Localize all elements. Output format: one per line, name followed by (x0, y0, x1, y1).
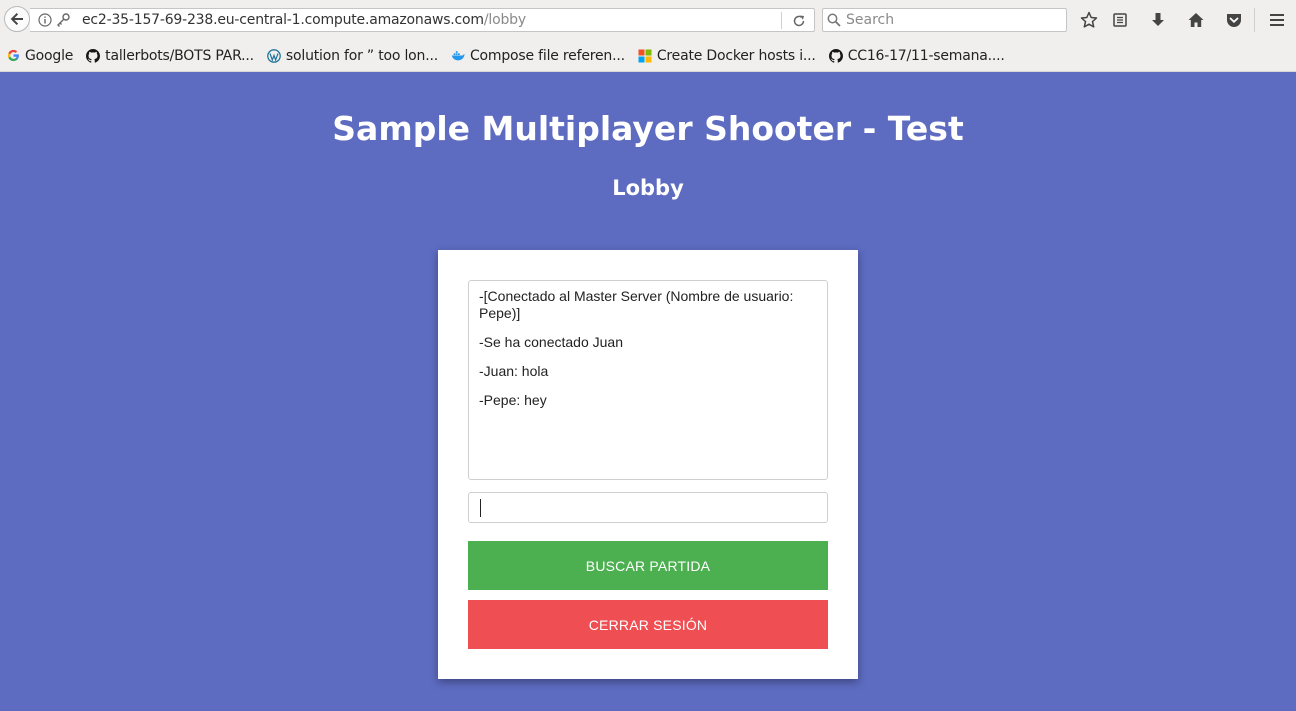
bookmark-google[interactable]: Google (6, 44, 73, 68)
docker-icon (451, 49, 465, 63)
page-title: Sample Multiplayer Shooter - Test (332, 109, 964, 148)
reload-icon (793, 15, 805, 27)
reading-list-button[interactable] (1109, 9, 1131, 31)
toolbar-separator (1254, 8, 1255, 32)
reload-button[interactable] (790, 12, 808, 30)
bookmark-label: solution for ” too lon... (285, 47, 438, 64)
text-caret (480, 499, 481, 517)
star-icon (1080, 11, 1098, 28)
url-bar[interactable]: ec2-35-157-69-238.eu-central-1.compute.a… (30, 8, 815, 32)
github-icon (86, 48, 101, 63)
url-text[interactable]: ec2-35-157-69-238.eu-central-1.compute.a… (82, 12, 526, 28)
info-icon[interactable] (38, 13, 52, 27)
find-match-button[interactable]: BUSCAR PARTIDA (468, 541, 828, 590)
menu-button[interactable] (1266, 9, 1288, 31)
wordpress-icon (267, 48, 281, 63)
bookmarks-bar: Google tallerbots/BOTS PAR... solution f… (0, 40, 1296, 72)
home-button[interactable] (1185, 9, 1207, 31)
url-bar-icons (30, 13, 82, 27)
search-icon (827, 13, 841, 27)
bookmark-label: Create Docker hosts i... (656, 47, 816, 64)
github-icon (828, 48, 843, 63)
page-subtitle: Lobby (612, 176, 684, 200)
url-path: /lobby (483, 12, 526, 28)
download-arrow-icon (1152, 13, 1164, 26)
downloads-button[interactable] (1147, 9, 1169, 31)
lobby-card: -[Conectado al Master Server (Nombre de … (438, 250, 858, 679)
search-input[interactable] (846, 12, 1056, 28)
search-bar[interactable] (822, 8, 1067, 32)
bookmark-label: Compose file referen... (469, 47, 625, 64)
bookmark-solution[interactable]: solution for ” too lon... (267, 44, 438, 68)
logout-button[interactable]: CERRAR SESIÓN (468, 600, 828, 649)
chat-message: -[Conectado al Master Server (Nombre de … (479, 288, 794, 321)
reading-list-icon (1113, 13, 1127, 27)
pocket-icon (1227, 14, 1241, 27)
chat-log[interactable]: -[Conectado al Master Server (Nombre de … (468, 280, 828, 480)
bookmark-tallerbots[interactable]: tallerbots/BOTS PAR... (86, 44, 254, 68)
lobby-page: Sample Multiplayer Shooter - Test Lobby … (0, 72, 1296, 711)
key-icon[interactable] (56, 13, 70, 27)
chat-message: -Juan: hola (479, 363, 549, 379)
bookmark-label: tallerbots/BOTS PAR... (105, 47, 254, 64)
chat-input[interactable] (468, 492, 828, 523)
pocket-button[interactable] (1223, 9, 1245, 31)
bookmark-compose[interactable]: Compose file referen... (451, 44, 625, 68)
microsoft-icon (638, 49, 652, 63)
bookmark-docker-hosts[interactable]: Create Docker hosts i... (638, 44, 816, 68)
home-icon (1188, 13, 1204, 27)
url-separator (781, 12, 782, 29)
hamburger-menu-icon (1270, 14, 1284, 26)
url-host: ec2-35-157-69-238.eu-central-1.compute.a… (82, 12, 484, 28)
chat-message: -Pepe: hey (479, 392, 547, 408)
bookmark-label: Google (25, 47, 74, 64)
back-button[interactable] (4, 6, 30, 32)
back-arrow-icon (10, 13, 23, 25)
browser-nav-bar: ec2-35-157-69-238.eu-central-1.compute.a… (0, 0, 1296, 40)
bookmark-star-button[interactable] (1078, 9, 1100, 31)
bookmark-cc16[interactable]: CC16-17/11-semana.... (828, 44, 1005, 68)
bookmark-label: CC16-17/11-semana.... (847, 47, 1005, 64)
chat-message: -Se ha conectado Juan (479, 334, 623, 350)
google-icon (6, 49, 20, 63)
